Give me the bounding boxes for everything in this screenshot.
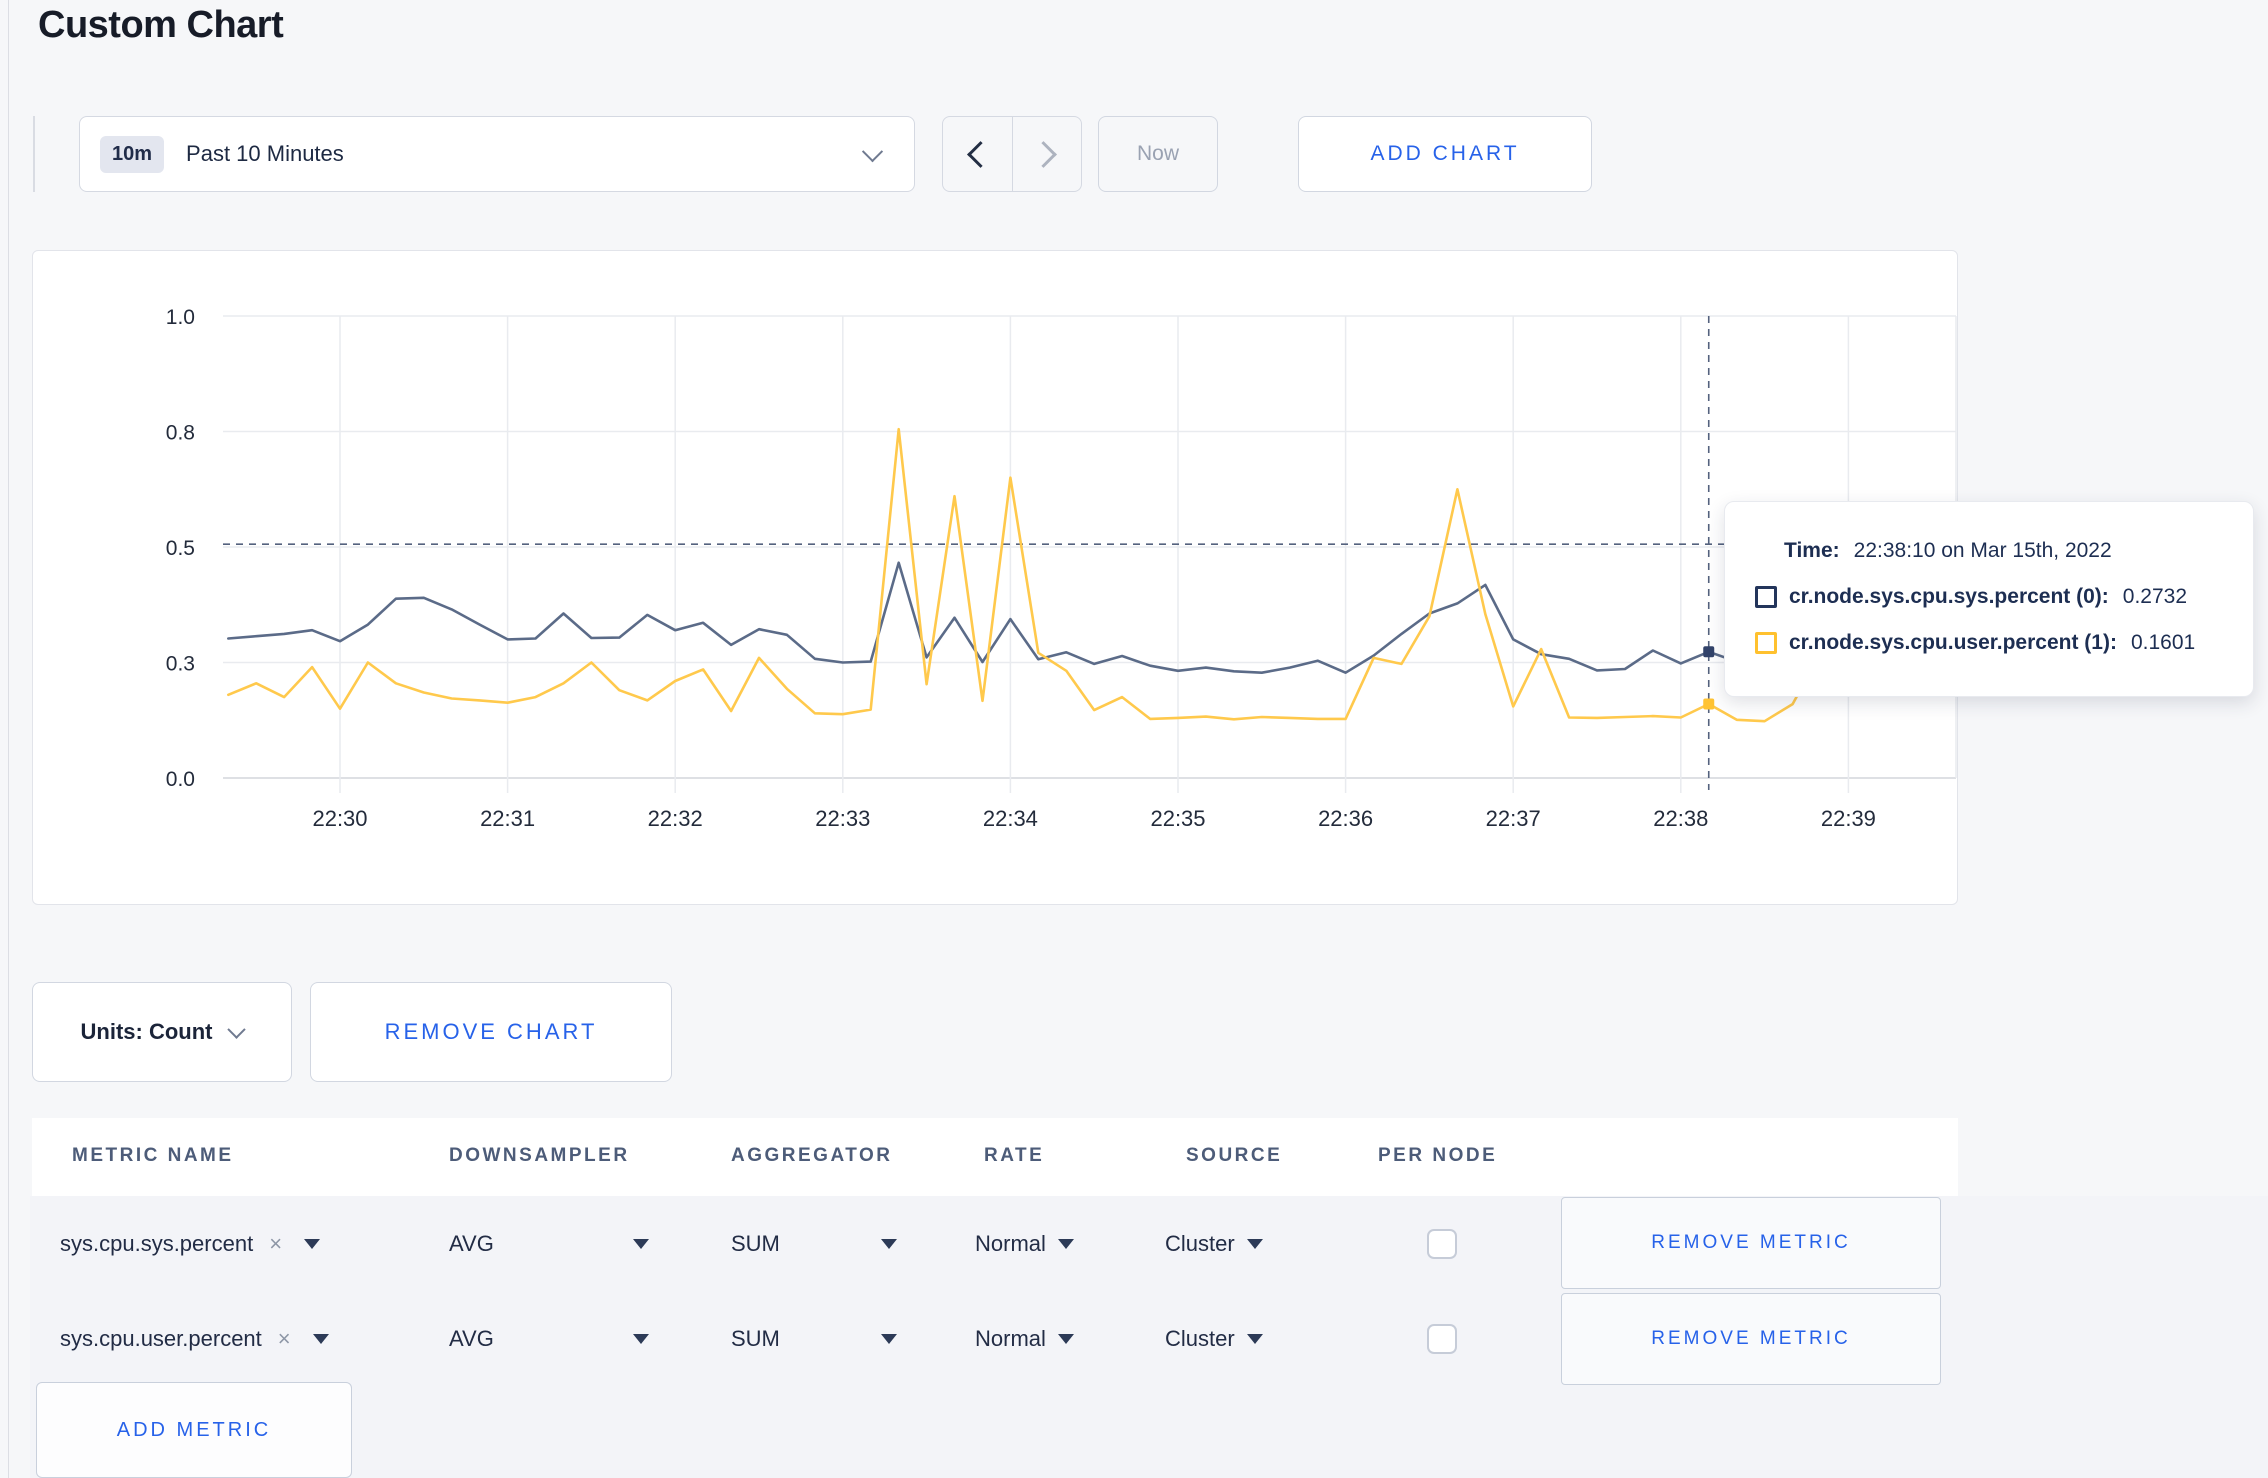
time-range-label: Past 10 Minutes [186, 141, 344, 166]
metrics-table-header: METRIC NAME DOWNSAMPLER AGGREGATOR RATE … [32, 1118, 1958, 1196]
column-header-source: SOURCE [1186, 1145, 1283, 1166]
aggregator-value: SUM [731, 1231, 780, 1256]
svg-text:22:35: 22:35 [1150, 806, 1205, 831]
chevron-down-icon [227, 1019, 247, 1039]
add-metric-button[interactable]: ADD METRIC [36, 1382, 352, 1478]
clear-metric-icon[interactable]: × [278, 1326, 291, 1352]
units-select[interactable]: Units: Count [32, 982, 292, 1082]
rate-select[interactable]: Normal [975, 1206, 1074, 1282]
remove-metric-label: REMOVE METRIC [1651, 1232, 1851, 1253]
svg-text:0.8: 0.8 [166, 422, 195, 445]
svg-text:1.0: 1.0 [166, 306, 195, 329]
caret-down-icon [1246, 1239, 1263, 1249]
caret-down-icon [1246, 1334, 1263, 1344]
add-chart-label: ADD CHART [1370, 142, 1520, 165]
downsampler-select[interactable]: AVG [449, 1301, 649, 1377]
caret-down-icon [304, 1239, 321, 1249]
svg-text:22:30: 22:30 [312, 806, 367, 831]
clear-metric-icon[interactable]: × [269, 1231, 282, 1257]
per-node-checkbox[interactable] [1427, 1324, 1457, 1354]
source-value: Cluster [1165, 1231, 1235, 1256]
svg-text:22:33: 22:33 [815, 806, 870, 831]
svg-text:22:37: 22:37 [1486, 806, 1541, 831]
rate-value: Normal [975, 1231, 1046, 1256]
column-header-rate: RATE [984, 1145, 1045, 1166]
add-metric-label: ADD METRIC [116, 1418, 272, 1441]
toolbar-divider [33, 116, 35, 192]
per-node-checkbox[interactable] [1427, 1229, 1457, 1259]
rate-value: Normal [975, 1326, 1046, 1351]
chart-canvas[interactable]: 1.0 0.8 0.5 0.3 0.0 22:30 22:31 22:32 22:33 22:34… [33, 251, 1959, 906]
svg-text:22:39: 22:39 [1821, 806, 1876, 831]
column-header-metric-name: METRIC NAME [72, 1145, 234, 1166]
aggregator-select[interactable]: SUM [731, 1301, 897, 1377]
downsampler-select[interactable]: AVG [449, 1206, 649, 1282]
source-select[interactable]: Cluster [1165, 1206, 1263, 1282]
prev-range-button[interactable] [943, 117, 1012, 191]
remove-chart-button[interactable]: REMOVE CHART [310, 982, 672, 1082]
tooltip-time-label: Time: [1784, 539, 1840, 562]
tooltip-time-value: 22:38:10 on Mar 15th, 2022 [1853, 539, 2112, 562]
time-pager [942, 116, 1082, 192]
chevron-left-icon [966, 140, 994, 168]
time-range-select[interactable]: 10m Past 10 Minutes [79, 116, 915, 192]
caret-down-icon [633, 1239, 649, 1249]
remove-chart-label: REMOVE CHART [384, 1019, 598, 1044]
svg-text:22:36: 22:36 [1318, 806, 1373, 831]
column-header-per-node: PER NODE [1378, 1145, 1498, 1166]
next-range-button[interactable] [1011, 117, 1082, 191]
page-title: Custom Chart [38, 4, 284, 46]
caret-down-icon [881, 1334, 897, 1344]
chevron-down-icon [861, 140, 884, 162]
metric-name: sys.cpu.user.percent [60, 1326, 262, 1351]
source-value: Cluster [1165, 1326, 1235, 1351]
svg-text:0.0: 0.0 [166, 768, 195, 791]
user-series-swatch-icon [1755, 632, 1777, 654]
now-button[interactable]: Now [1098, 116, 1218, 192]
svg-text:22:38: 22:38 [1653, 806, 1708, 831]
chart-tooltip: Time: 22:38:10 on Mar 15th, 2022 cr.node… [1724, 501, 2254, 697]
tooltip-series-value: 0.2732 [2122, 585, 2188, 608]
column-header-downsampler: DOWNSAMPLER [449, 1145, 630, 1166]
aggregator-value: SUM [731, 1326, 780, 1351]
tooltip-series-row: cr.node.sys.cpu.user.percent (1): 0.1601 [1755, 620, 2253, 666]
sys-series-swatch-icon [1755, 586, 1777, 608]
svg-text:22:34: 22:34 [983, 806, 1038, 831]
remove-metric-button[interactable]: REMOVE METRIC [1561, 1197, 1941, 1289]
svg-text:22:31: 22:31 [480, 806, 535, 831]
chart-card: 1.0 0.8 0.5 0.3 0.0 22:30 22:31 22:32 22:33 22:34… [32, 250, 1958, 905]
svg-text:22:32: 22:32 [648, 806, 703, 831]
remove-metric-button[interactable]: REMOVE METRIC [1561, 1293, 1941, 1385]
tooltip-time-row: Time: 22:38:10 on Mar 15th, 2022 [1755, 528, 2253, 574]
caret-down-icon [1057, 1334, 1074, 1344]
svg-text:0.3: 0.3 [166, 653, 195, 676]
downsampler-value: AVG [449, 1326, 494, 1351]
remove-metric-label: REMOVE METRIC [1651, 1328, 1851, 1349]
metric-name-select[interactable]: sys.cpu.user.percent × [60, 1301, 329, 1377]
caret-down-icon [312, 1334, 329, 1344]
add-chart-button[interactable]: ADD CHART [1298, 116, 1592, 192]
metric-name-select[interactable]: sys.cpu.sys.percent × [60, 1206, 321, 1282]
source-select[interactable]: Cluster [1165, 1301, 1263, 1377]
units-label: Units: Count [80, 1019, 213, 1044]
tooltip-series-row: cr.node.sys.cpu.sys.percent (0): 0.2732 [1755, 574, 2253, 620]
downsampler-value: AVG [449, 1231, 494, 1256]
aggregator-select[interactable]: SUM [731, 1206, 897, 1282]
caret-down-icon [633, 1334, 649, 1344]
chevron-right-icon [1030, 140, 1058, 168]
column-header-aggregator: AGGREGATOR [731, 1145, 893, 1166]
rate-select[interactable]: Normal [975, 1301, 1074, 1377]
tooltip-series-name: cr.node.sys.cpu.user.percent (1): [1789, 631, 2117, 654]
caret-down-icon [1057, 1239, 1074, 1249]
time-range-badge: 10m [100, 135, 165, 173]
svg-text:0.5: 0.5 [166, 537, 195, 560]
tooltip-series-name: cr.node.sys.cpu.sys.percent (0): [1789, 585, 2109, 608]
metric-name: sys.cpu.sys.percent [60, 1231, 254, 1256]
tooltip-series-value: 0.1601 [2130, 631, 2196, 654]
caret-down-icon [881, 1239, 897, 1249]
